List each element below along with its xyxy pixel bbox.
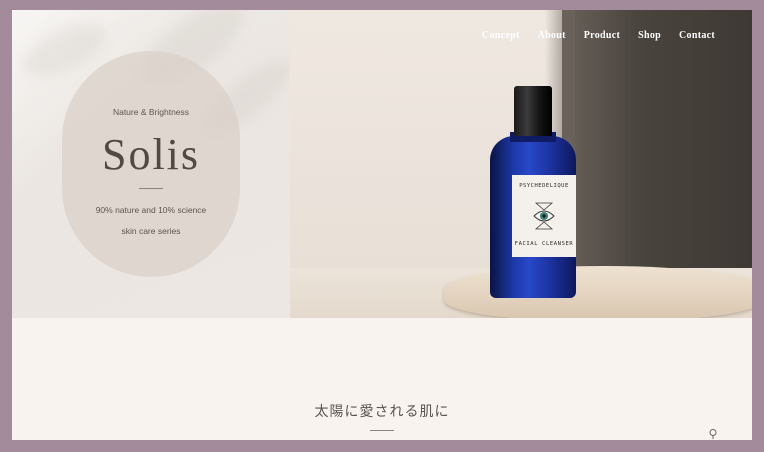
bottle-label-bottom: FACIAL CLEANSER xyxy=(514,241,574,247)
tagline: Nature & Brightness xyxy=(112,107,190,117)
hero-photo: PSYCHEDELIQUE FACIAL CLEANSER xyxy=(290,10,752,318)
description-line-1: 90% nature and 10% science xyxy=(95,205,207,215)
eye-logo-icon xyxy=(533,202,555,230)
hero-section: Nature & Brightness Solis 90% nature and… xyxy=(12,10,752,318)
hero-left-panel: Nature & Brightness Solis 90% nature and… xyxy=(12,10,301,318)
divider xyxy=(139,188,163,189)
description-line-2: skin care series xyxy=(121,226,181,236)
search-icon[interactable] xyxy=(708,428,718,440)
main-nav: Concept About Product Shop Contact xyxy=(464,30,715,41)
bottle-label: PSYCHEDELIQUE FACIAL CLEANSER xyxy=(512,175,576,257)
bottle-cap xyxy=(514,86,552,136)
nav-item-contact[interactable]: Contact xyxy=(679,30,715,41)
brand-oval: Nature & Brightness Solis 90% nature and… xyxy=(62,51,240,277)
nav-item-product[interactable]: Product xyxy=(584,30,620,41)
section-divider xyxy=(370,430,394,431)
nav-item-concept[interactable]: Concept xyxy=(482,30,520,41)
nav-item-shop[interactable]: Shop xyxy=(638,30,661,41)
nav-item-about[interactable]: About xyxy=(538,30,566,41)
bottle-label-top: PSYCHEDELIQUE xyxy=(519,183,569,189)
brand-name: Solis xyxy=(101,130,201,179)
section-title: 太陽に愛される肌に xyxy=(314,404,450,420)
wall-shadow xyxy=(562,10,752,272)
page: Nature & Brightness Solis 90% nature and… xyxy=(12,10,752,440)
